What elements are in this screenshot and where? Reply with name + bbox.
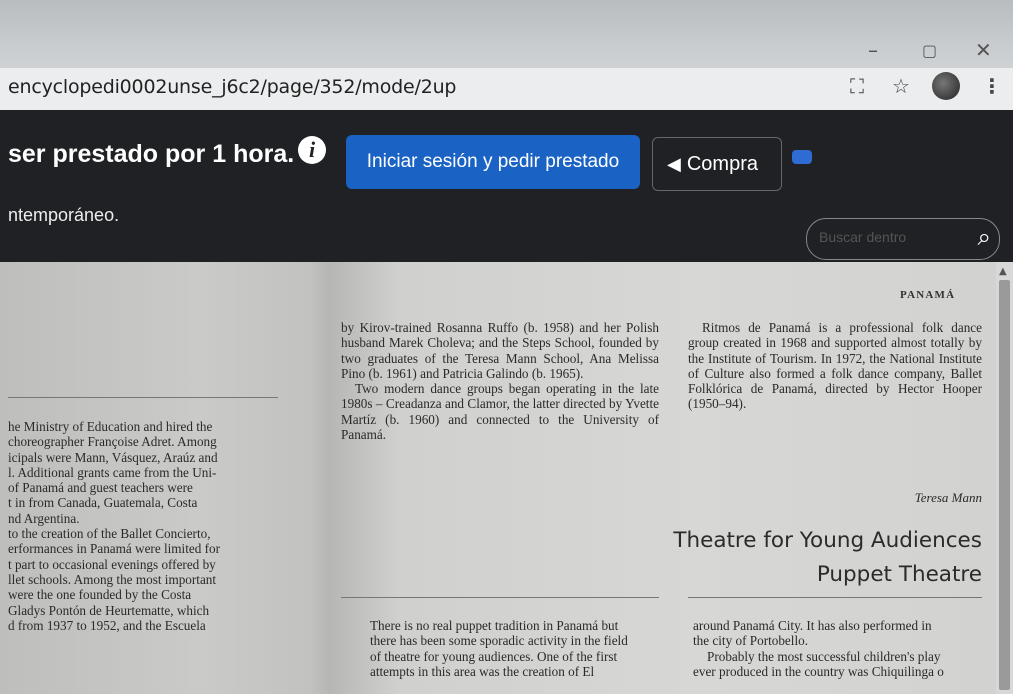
cart-icon: ◀ xyxy=(667,154,681,174)
text-line: choreographer Françoise Adret. Among xyxy=(8,434,217,450)
text-line: llet schools. Among the most important xyxy=(8,571,217,587)
search-placeholder: Buscar dentro xyxy=(819,229,907,245)
right-bottom-text: around Panamá City. It has also performe… xyxy=(693,618,983,679)
text-line: of Panamá and guest teachers were xyxy=(8,480,193,496)
star-icon[interactable]: ☆ xyxy=(892,74,910,98)
scroll-thumb[interactable] xyxy=(999,280,1010,690)
search-icon[interactable]: ⌕ xyxy=(978,223,991,251)
text-line: ever produced in the country was Chiquil… xyxy=(693,663,944,679)
translate-icon[interactable]: ⛶ xyxy=(850,74,864,98)
text-line: of theatre for young audiences. One of t… xyxy=(370,648,618,664)
left-page-text: he Ministry of Education and hired the c… xyxy=(8,419,276,633)
buy-button[interactable]: ◀ Compra xyxy=(652,137,782,191)
text-line: l. Additional grants came from the Uni- xyxy=(8,464,217,480)
menu-icon[interactable]: ⋮ xyxy=(982,74,1002,98)
text-line: attempts in this area was the creation o… xyxy=(370,663,595,679)
minimize-button[interactable]: – xyxy=(868,38,878,62)
text-line: nd Argentina. xyxy=(8,510,80,526)
borrow-banner: ser prestado por 1 hora. i Iniciar sesió… xyxy=(0,110,1013,262)
middle-bottom-text: There is no real puppet tradition in Pan… xyxy=(370,618,664,679)
middle-rule xyxy=(341,597,659,598)
search-inside-box[interactable]: Buscar dentro ⌕ xyxy=(806,218,1000,260)
window-titlebar: – ▢ ✕ xyxy=(0,0,1013,75)
section-subheading: Puppet Theatre xyxy=(816,562,982,587)
text-line: There is no real puppet tradition in Pan… xyxy=(370,618,619,633)
maximize-button[interactable]: ▢ xyxy=(922,41,937,60)
loan-message: ser prestado por 1 hora. xyxy=(8,140,295,168)
text-line: there has been some sporadic activity in… xyxy=(370,633,628,649)
paragraph: Ritmos de Panamá is a professional folk … xyxy=(688,320,982,412)
text-line: t in from Canada, Guatemala, Costa xyxy=(8,495,198,511)
archive-logo-icon xyxy=(792,150,812,164)
buy-button-label: Compra xyxy=(686,153,758,175)
info-icon[interactable]: i xyxy=(298,136,326,164)
right-column-text: Ritmos de Panamá is a professional folk … xyxy=(688,320,982,412)
section-heading: Theatre for Young Audiences xyxy=(673,528,982,553)
middle-column-text: by Kirov-trained Rosanna Ruffo (b. 1958)… xyxy=(341,320,659,442)
profile-icon[interactable] xyxy=(932,72,960,100)
left-page-rule xyxy=(8,397,278,398)
text-line: icipals were Mann, Vásquez, Araúz and xyxy=(8,449,218,465)
scroll-up-icon[interactable]: ▲ xyxy=(999,266,1007,277)
text-line: Probably the most successful children's … xyxy=(707,648,941,664)
running-head: PANAMÁ xyxy=(900,289,956,301)
close-button[interactable]: ✕ xyxy=(975,38,992,62)
text-line: Gladys Pontón de Heurtematte, which xyxy=(8,602,210,618)
banner-subtitle: ntemporáneo. xyxy=(8,205,120,225)
address-bar: encyclopedi0002unse_j6c2/page/352/mode/2… xyxy=(0,68,1013,111)
text-line: he Ministry of Education and hired the xyxy=(8,419,213,434)
text-line: to the creation of the Ballet Concierto, xyxy=(8,526,211,542)
text-line: around Panamá City. It has also performe… xyxy=(693,618,932,633)
right-rule xyxy=(688,597,982,598)
url-field[interactable]: encyclopedi0002unse_j6c2/page/352/mode/2… xyxy=(8,76,456,98)
scrollbar[interactable]: ▲ xyxy=(996,262,1013,694)
text-line: erformances in Panamá were limited for xyxy=(8,541,221,557)
paragraph: Two modern dance groups began operating … xyxy=(341,381,659,443)
text-line: d from 1937 to 1952, and the Escuela xyxy=(8,617,206,633)
text-line: were the one founded by the Costa xyxy=(8,587,192,603)
text-line: the city of Portobello. xyxy=(693,633,809,649)
author-byline: Teresa Mann xyxy=(914,490,982,505)
paragraph: by Kirov-trained Rosanna Ruffo (b. 1958)… xyxy=(341,320,659,381)
login-borrow-button[interactable]: Iniciar sesión y pedir prestado xyxy=(346,135,640,189)
text-line: t part to occasional evenings offered by xyxy=(8,556,216,572)
